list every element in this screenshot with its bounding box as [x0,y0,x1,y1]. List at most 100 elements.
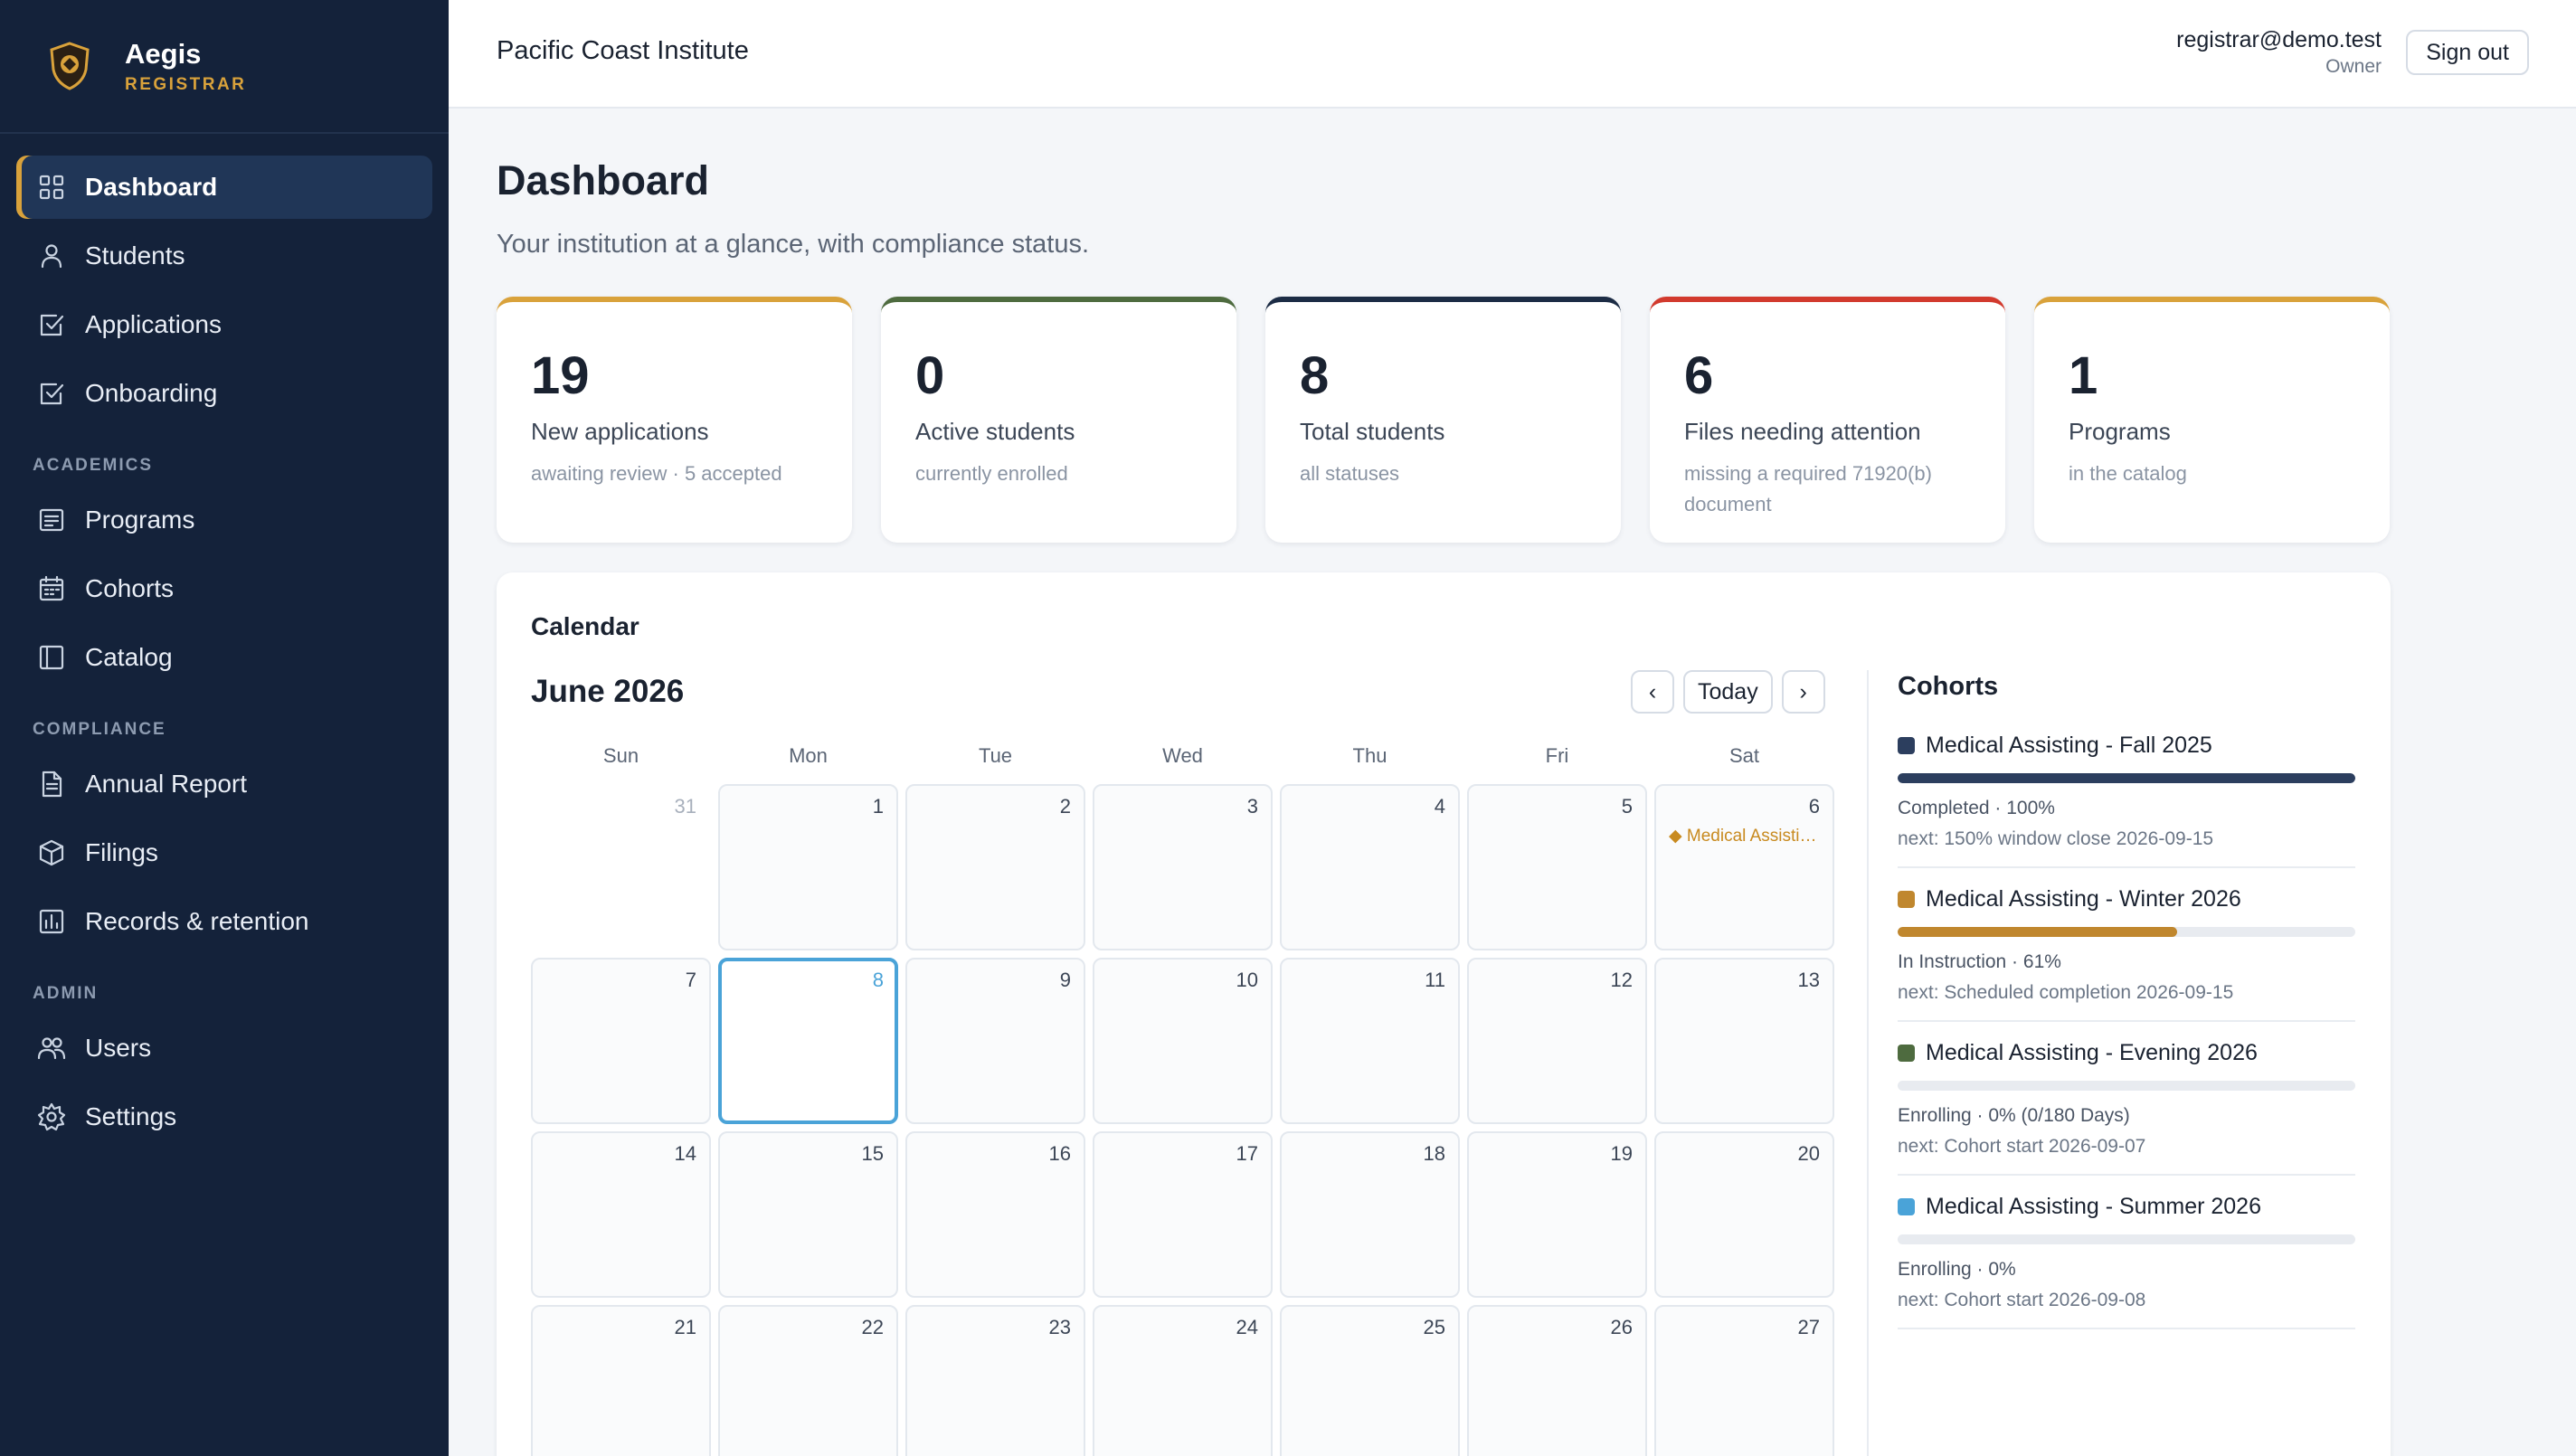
weekday-label: Wed [1162,744,1203,767]
day-number: 14 [674,1142,696,1165]
stat-subtext: missing a required 71920(b) document [1684,462,1932,515]
sidebar-item-label: Students [85,241,185,269]
page-subtitle: Your institution at a glance, with compl… [497,230,1090,259]
calendar-day[interactable]: 4 [1280,784,1460,950]
day-number: 20 [1797,1142,1820,1165]
sidebar-item-applications[interactable]: Applications [16,293,432,356]
calendar-day[interactable]: 12 [1467,958,1647,1124]
day-number: 7 [685,969,696,991]
grid-icon [39,175,64,200]
calendar-day[interactable]: 5 [1467,784,1647,950]
cohort-name: Medical Assisting - Winter 2026 [1926,886,2241,912]
calendar-day[interactable]: 17 [1093,1131,1273,1298]
list-icon [39,508,64,532]
cohort-progress-bar [1898,927,2355,937]
person-icon [41,244,62,269]
cohort-next-milestone: next: Cohort start 2026-09-07 [1898,1136,2146,1157]
calendar-day[interactable]: 25 [1280,1305,1460,1456]
stat-value: 19 [531,346,590,405]
calendar-day[interactable]: 3 [1093,784,1273,950]
calendar-day[interactable]: 20 [1654,1131,1834,1298]
cohort-item[interactable]: Medical Assisting - Summer 2026 Enrolling… [1898,1194,2355,1329]
calendar-day[interactable]: 10 [1093,958,1273,1124]
stat-card-new-applications[interactable]: 19 New applications awaiting review · 5 ac… [497,297,852,543]
cohort-item[interactable]: Medical Assisting - Evening 2026 Enrollin… [1898,1040,2355,1176]
cohort-color-swatch [1898,1198,1915,1215]
stat-subtext: awaiting review · 5 accepted [531,462,782,485]
stat-value: 6 [1684,346,1714,405]
stat-card-active-students[interactable]: 0 Active students currently enrolled [881,297,1236,543]
sidebar-item-label: Filings [85,838,158,866]
calendar-day[interactable]: 18 [1280,1131,1460,1298]
day-number: 17 [1236,1142,1258,1165]
prev-month-button[interactable]: ‹ [1631,670,1674,714]
sidebar-item-users[interactable]: Users [16,1016,432,1080]
shield-logo-icon [50,42,90,90]
stat-card-programs[interactable]: 1 Programs in the catalog [2034,297,2390,543]
calendar-day[interactable]: 7 [531,958,711,1124]
calendar-day[interactable]: 2 [905,784,1085,950]
calendar-day[interactable]: 11 [1280,958,1460,1124]
calendar-day[interactable]: 14 [531,1131,711,1298]
calendar-day[interactable]: 31 [531,784,711,950]
next-month-button[interactable]: › [1781,670,1825,714]
today-button[interactable]: Today [1683,670,1773,714]
calendar-grid: 31123456◆ Medical Assisting - Summer 202… [531,784,1834,1456]
day-number: 24 [1236,1316,1258,1338]
cohort-color-swatch [1898,737,1915,754]
sidebar-item-settings[interactable]: Settings [16,1085,432,1149]
sidebar-item-dashboard[interactable]: Dashboard [16,156,432,219]
sidebar-item-students[interactable]: Students [16,224,432,288]
day-number: 10 [1236,969,1258,991]
calendar-day[interactable]: 9 [905,958,1085,1124]
cohort-item[interactable]: Medical Assisting - Fall 2025 Completed ·… [1898,733,2355,868]
calendar-event[interactable]: ◆ Medical Assisting - Summer 2026 [1669,826,1823,846]
calendar-day[interactable]: 6 ◆ Medical Assisting - Summer 2026 [1654,784,1834,950]
cohort-item[interactable]: Medical Assisting - Winter 2026 In Instru… [1898,886,2355,1022]
calendar-day[interactable]: 24 [1093,1305,1273,1456]
sign-out-button[interactable]: Sign out [2406,30,2529,75]
cohorts-title: Cohorts [1898,672,1999,701]
stat-card-total-students[interactable]: 8 Total students all statuses [1265,297,1621,543]
calendar-day-today[interactable]: 8 [718,958,898,1124]
calendar-day[interactable]: 23 [905,1305,1085,1456]
sidebar-item-label: Applications [85,310,222,338]
stat-cards: 19 New applications awaiting review · 5 ac… [497,297,2390,543]
calendar-day[interactable]: 27 [1654,1305,1834,1456]
cohort-next-milestone: next: 150% window close 2026-09-15 [1898,828,2214,849]
cohort-color-swatch [1898,891,1915,908]
cohort-next-milestone: next: Scheduled completion 2026-09-15 [1898,982,2234,1003]
sidebar-item-cohorts[interactable]: Cohorts [16,557,432,620]
day-number: 11 [1425,969,1445,991]
sidebar-item-onboarding[interactable]: Onboarding [16,362,432,425]
sidebar-item-annual-report[interactable]: Annual Report [16,752,432,816]
stat-card-files-needing-attention[interactable]: 6 Files needing attention missing a requir… [1650,297,2005,543]
sidebar-item-label: Annual Report [85,770,248,798]
box-icon [39,839,64,866]
calendar-day[interactable]: 16 [905,1131,1085,1298]
cohort-status: Enrolling · 0% (0/180 Days) [1898,1105,2130,1126]
cohort-progress-bar [1898,1081,2355,1091]
calendar-day[interactable]: 15 [718,1131,898,1298]
stat-subtext: all statuses [1300,462,1400,485]
calendar-day[interactable]: 19 [1467,1131,1647,1298]
calendar-day[interactable]: 1 [718,784,898,950]
calendar-day[interactable]: 21 [531,1305,711,1456]
calendar-day[interactable]: 13 [1654,958,1834,1124]
cohort-header: Medical Assisting - Winter 2026 [1898,886,2355,912]
stat-label: Active students [915,418,1075,445]
cohort-progress-fill [1898,773,2355,783]
sidebar-item-programs[interactable]: Programs [16,488,432,552]
sidebar-item-records-and-retention[interactable]: Records & retention [16,890,432,953]
calendar-day[interactable]: 26 [1467,1305,1647,1456]
calendar-day[interactable]: 22 [718,1305,898,1456]
weekday-label: Sat [1728,744,1760,767]
stat-label: New applications [531,418,709,445]
sidebar-item-filings[interactable]: Filings [16,821,432,884]
cohort-header: Medical Assisting - Fall 2025 [1898,733,2355,759]
sidebar-item-catalog[interactable]: Catalog [16,626,432,689]
check-square-icon [40,314,64,336]
book-icon [39,645,64,670]
calendar-icon [39,575,64,601]
day-number: 26 [1610,1316,1633,1338]
